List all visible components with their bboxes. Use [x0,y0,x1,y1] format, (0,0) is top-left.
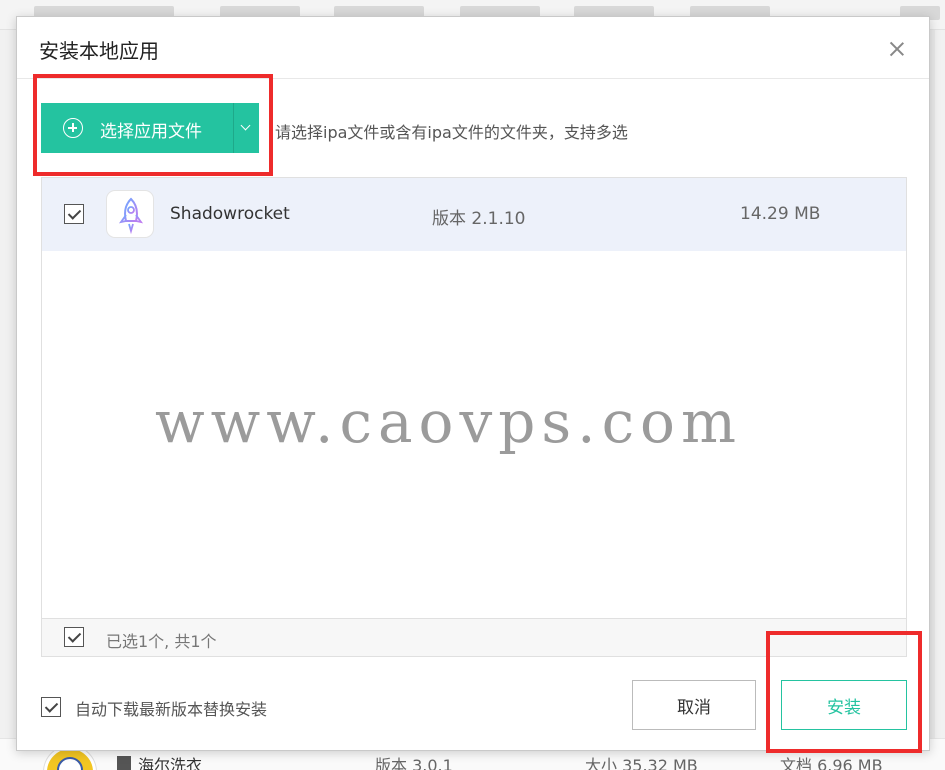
select-hint: 请选择ipa文件或含有ipa文件的文件夹，支持多选 [275,123,628,142]
select-all-checkbox[interactable] [64,627,84,647]
app-size: 14.29 MB [740,204,821,224]
plus-circle-icon [63,118,83,138]
auto-update-label: 自动下载最新版本替换安装 [75,700,268,719]
app-name: Shadowrocket [170,204,290,224]
rocket-icon [106,190,154,238]
background-app-size: 大小 35.32 MB [585,756,698,770]
watermark: www.caovps.com [155,388,742,456]
chevron-down-icon[interactable] [233,103,259,153]
app-row[interactable]: Shadowrocket 版本 2.1.10 14.29 MB [42,178,906,251]
background-app-version: 版本 3.0.1 [375,756,453,770]
background-panel [0,30,16,770]
background-app-name: 海尔洗衣 [138,756,203,770]
background-panel [935,30,945,770]
cancel-button[interactable]: 取消 [632,680,756,730]
close-icon[interactable] [885,37,909,61]
dialog-title: 安装本地应用 [39,39,159,63]
install-button[interactable]: 安装 [781,680,907,730]
background-app-docs: 文档 6.96 MB [780,756,883,770]
auto-update-checkbox[interactable] [41,697,61,717]
app-version: 版本 2.1.10 [432,209,526,229]
selection-count: 已选1个, 共1个 [106,632,217,651]
list-footer: 已选1个, 共1个 [42,618,906,656]
select-app-file-button[interactable]: 选择应用文件 [41,103,259,153]
app-checkbox[interactable] [64,204,84,224]
dialog-header: 安装本地应用 [17,17,929,79]
select-app-file-label: 选择应用文件 [100,122,202,142]
app-type-icon [117,756,131,770]
install-local-app-dialog: 安装本地应用 选择应用文件 请选择ipa文件或含有ipa文件的文件夹，支持多选 [16,16,930,751]
